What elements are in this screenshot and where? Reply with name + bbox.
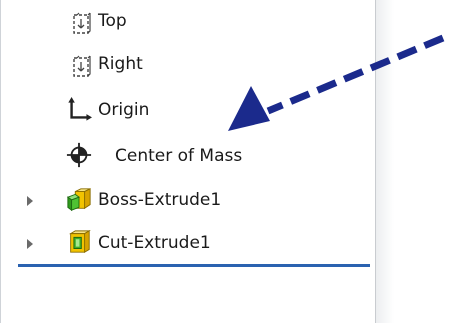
tree-item-label: Origin (98, 100, 150, 120)
tree-item-top[interactable]: Top (0, 6, 370, 46)
feature-manager-screenshot: Top Right Origin Center of Mass Boss-Ext… (0, 0, 449, 323)
tree-item-label: Right (98, 54, 143, 74)
expand-arrow-icon[interactable] (27, 239, 33, 249)
cut-extrude-icon (68, 230, 91, 254)
graphics-area-shade (376, 0, 394, 323)
tree-item-label: Top (98, 11, 127, 31)
origin-icon (68, 97, 92, 121)
tree-item-center-of-mass[interactable]: Center of Mass (0, 137, 370, 177)
feature-tree-panel: Top Right Origin Center of Mass Boss-Ext… (0, 0, 376, 323)
tree-item-label: Center of Mass (115, 146, 243, 166)
rollback-bar[interactable] (18, 264, 370, 267)
center-of-mass-icon (66, 142, 92, 168)
tree-item-origin[interactable]: Origin (0, 93, 370, 133)
expand-arrow-icon[interactable] (27, 196, 33, 206)
tree-item-cut-extrude1[interactable]: Cut-Extrude1 (0, 224, 370, 264)
plane-icon (73, 55, 91, 77)
tree-item-label: Boss-Extrude1 (98, 190, 222, 210)
tree-item-boss-extrude1[interactable]: Boss-Extrude1 (0, 181, 370, 221)
boss-extrude-icon (66, 188, 91, 212)
tree-item-right[interactable]: Right (0, 50, 370, 90)
plane-icon (73, 12, 91, 34)
tree-item-label: Cut-Extrude1 (98, 233, 211, 253)
